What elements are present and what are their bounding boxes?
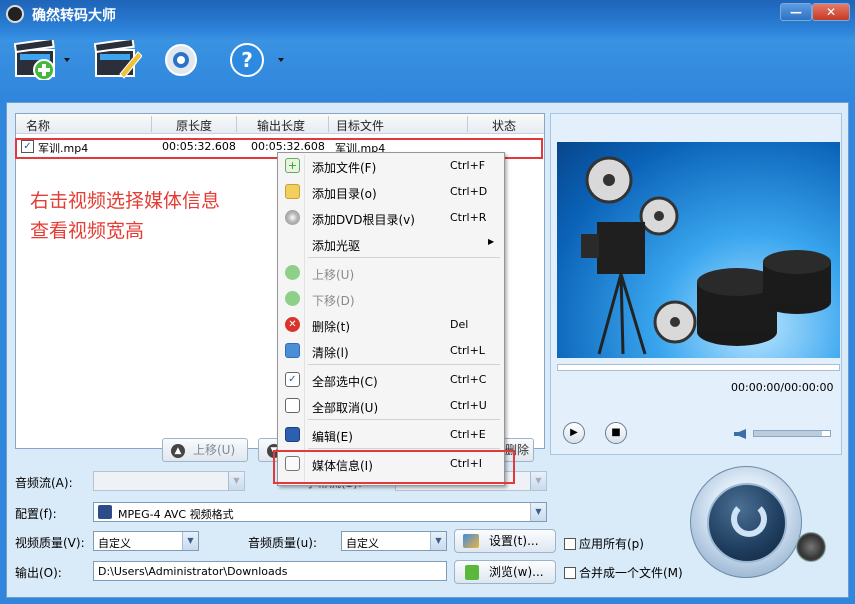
profile-value: MPEG-4 AVC 视频格式 <box>118 508 234 521</box>
start-convert-button[interactable] <box>690 466 802 578</box>
chevron-down-icon: ▼ <box>530 472 546 490</box>
move-down-icon <box>285 291 300 306</box>
select-all-icon: ✓ <box>285 372 300 387</box>
add-folder-icon <box>285 184 300 199</box>
browse-button[interactable]: 浏览(w)... <box>454 560 556 584</box>
annotation-line-2: 查看视频宽高 <box>30 220 145 242</box>
volume-fill <box>754 431 823 436</box>
audio-quality-label: 音频质量(u): <box>248 536 318 550</box>
preview-panel: 00:00:00/00:00:00 ▶ ■ <box>550 113 842 455</box>
audio-quality-select[interactable]: 自定义 ▼ <box>341 531 447 551</box>
column-original-length[interactable]: 原长度 <box>176 117 212 134</box>
film-icon <box>98 505 112 519</box>
apply-all-checkbox[interactable]: 应用所有(p) <box>564 535 644 552</box>
folder-icon <box>465 565 479 580</box>
clapper-add-icon <box>13 37 70 81</box>
output-label: 输出(O): <box>15 566 62 580</box>
annotation-line-1: 右击视频选择媒体信息 <box>30 190 221 212</box>
video-quality-select[interactable]: 自定义 ▼ <box>93 531 199 551</box>
chevron-down-icon: ▼ <box>530 503 546 521</box>
tools-icon <box>463 534 479 548</box>
edit-video-button[interactable] <box>93 37 143 80</box>
audio-stream-label: 音频流(A): <box>15 476 73 490</box>
app-logo-icon <box>6 5 24 23</box>
volume-icon <box>734 429 746 439</box>
menu-item-unselect-all[interactable]: 全部取消(U) Ctrl+U <box>280 394 502 418</box>
volume-slider[interactable] <box>753 430 831 437</box>
audio-stream-select[interactable]: ▼ <box>93 471 245 491</box>
menu-item-add-folder[interactable]: 添加目录(o) Ctrl+D <box>280 180 502 204</box>
menu-item-move-up[interactable]: 上移(U) <box>280 261 502 285</box>
video-quality-label: 视频质量(V): <box>15 536 85 550</box>
media-info-highlight-box <box>273 450 515 484</box>
menu-item-move-down[interactable]: 下移(D) <box>280 287 502 311</box>
menu-item-select-all[interactable]: ✓ 全部选中(C) Ctrl+C <box>280 368 502 392</box>
convert-icon <box>707 483 787 563</box>
profile-select[interactable]: MPEG-4 AVC 视频格式 ▼ <box>93 502 547 522</box>
context-menu: + 添加文件(F) Ctrl+F 添加目录(o) Ctrl+D 添加DVD根目录… <box>277 152 505 486</box>
profile-label: 配置(f): <box>15 507 57 521</box>
add-file-icon: + <box>285 158 300 173</box>
merge-label: 合并成一个文件(M) <box>579 566 683 580</box>
output-path-input[interactable]: D:\Users\Administrator\Downloads <box>93 561 447 581</box>
column-status[interactable]: 状态 <box>492 117 516 134</box>
play-button[interactable]: ▶ <box>563 422 585 444</box>
browse-label: 浏览(w)... <box>489 565 544 579</box>
play-icon: ▶ <box>570 427 578 438</box>
menu-item-add-file[interactable]: + 添加文件(F) Ctrl+F <box>280 154 502 178</box>
close-button[interactable]: ✕ <box>812 3 850 21</box>
stop-convert-button[interactable] <box>796 532 826 562</box>
stop-button[interactable]: ■ <box>605 422 627 444</box>
column-output-length[interactable]: 输出长度 <box>257 117 305 134</box>
gear-icon <box>165 44 197 76</box>
menu-item-clear[interactable]: 清除(l) Ctrl+L <box>280 339 502 363</box>
settings-dialog-button[interactable]: 设置(t)... <box>454 529 556 553</box>
minimize-button[interactable]: — <box>780 3 812 21</box>
window-title: 确然转码大师 <box>32 8 116 24</box>
projector-illustration <box>581 156 831 355</box>
settings-button[interactable] <box>160 40 202 80</box>
svg-text:?: ? <box>241 48 253 72</box>
title-bar: 确然转码大师 — ✕ <box>0 0 855 28</box>
unselect-all-icon <box>285 398 300 413</box>
seek-bar[interactable] <box>557 364 840 371</box>
column-name[interactable]: 名称 <box>26 117 50 134</box>
move-up-label: 上移(U) <box>193 443 236 457</box>
delete-icon: ✕ <box>285 317 300 332</box>
add-dvd-icon <box>285 210 300 225</box>
menu-item-add-dvd[interactable]: 添加DVD根目录(v) Ctrl+R <box>280 206 502 230</box>
chevron-down-icon: ▼ <box>430 532 446 550</box>
list-header: 名称 原长度 输出长度 目标文件 状态 <box>16 114 544 134</box>
help-button[interactable]: ? <box>228 40 288 80</box>
menu-item-edit[interactable]: 编辑(E) Ctrl+E <box>280 423 502 447</box>
submenu-arrow-icon: ▶ <box>488 237 495 246</box>
help-icon: ? <box>230 43 284 77</box>
apply-all-label: 应用所有(p) <box>579 537 644 551</box>
add-video-button[interactable] <box>13 37 72 81</box>
merge-checkbox[interactable]: 合并成一个文件(M) <box>564 564 683 581</box>
move-up-button[interactable]: ▲ 上移(U) <box>162 438 248 462</box>
app-window: 确然转码大师 — ✕ ? 名称 原长度 输出长度 目标文件 状态 ✓ 军训.mp… <box>0 0 855 604</box>
clapper-edit-icon <box>93 37 143 79</box>
menu-item-add-drive[interactable]: 添加光驱 ▶ <box>280 232 502 256</box>
chevron-down-icon: ▼ <box>182 532 198 550</box>
settings-label: 设置(t)... <box>489 534 539 548</box>
time-display: 00:00:00/00:00:00 <box>731 381 834 394</box>
chevron-down-icon: ▼ <box>228 472 244 490</box>
menu-item-delete[interactable]: ✕ 删除(t) Del <box>280 313 502 337</box>
column-target-file[interactable]: 目标文件 <box>336 117 384 134</box>
chevron-up-icon: ▲ <box>171 443 185 458</box>
clear-icon <box>285 343 300 358</box>
move-up-icon <box>285 265 300 280</box>
video-preview[interactable] <box>557 142 840 358</box>
edit-icon <box>285 427 300 442</box>
stop-icon: ■ <box>611 427 621 438</box>
